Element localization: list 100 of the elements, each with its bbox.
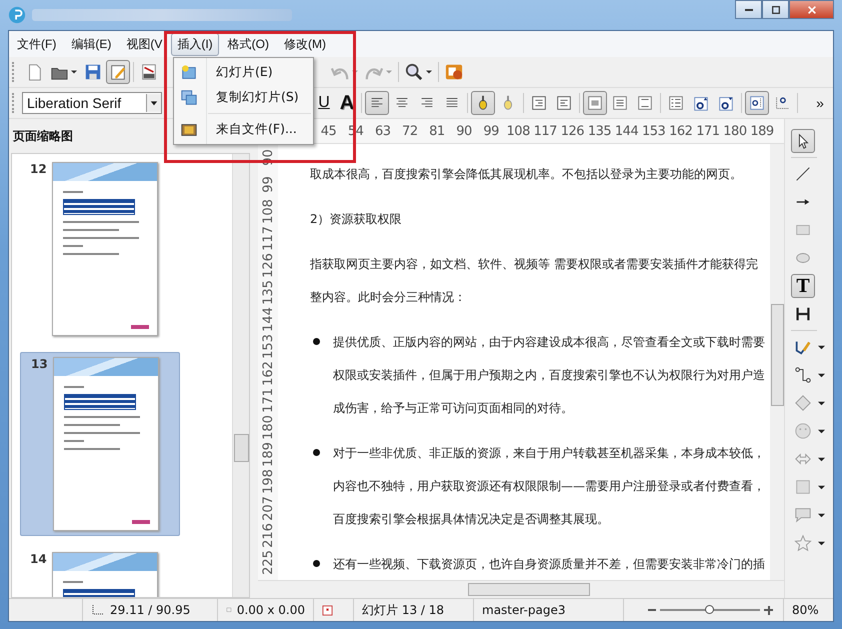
shadow-button[interactable]: A [336, 91, 358, 115]
size-text: 0.00 x 0.00 [236, 603, 305, 617]
master-page-name: master-page3 [474, 599, 624, 621]
line-icon [794, 165, 812, 183]
caret-icon [71, 69, 77, 75]
ruler-number: 108 [506, 124, 531, 138]
line-spacing-icon [586, 94, 604, 112]
minimize-icon [744, 8, 752, 10]
ruler-number: 135 [260, 280, 276, 305]
caret-icon[interactable] [818, 372, 825, 378]
align-left-button[interactable] [365, 91, 389, 115]
ruler-number: 225 [260, 550, 276, 575]
ruler-number: 180 [260, 415, 276, 440]
ruler-number: 108 [260, 199, 276, 224]
ruler-number: 144 [614, 124, 640, 138]
text-direction-button[interactable] [745, 91, 769, 115]
more-button[interactable]: » [809, 91, 831, 115]
menu-item[interactable]: 文件(F) [11, 32, 62, 56]
text-tool-button[interactable]: T [791, 274, 815, 298]
menu-item[interactable]: 复制幻灯片(S) [174, 85, 313, 110]
ruler-number: 198 [260, 469, 276, 494]
ruler-number: 216 [260, 523, 276, 548]
paragraph-text: 取成本很高，百度搜索引擎会降低其展现机率。不包括以登录为主要功能的网页。 [310, 166, 742, 183]
menu-item[interactable]: 插入(I) [171, 32, 219, 56]
ruler-number: 63 [374, 124, 392, 138]
connector-icon [794, 366, 812, 384]
copy-slide-icon [180, 88, 198, 106]
font-shrink-icon [717, 94, 735, 112]
ruler-number: 207 [260, 496, 276, 521]
pencil-button[interactable] [106, 60, 130, 84]
slide-number: 12 [30, 162, 46, 178]
font-grow-icon [692, 94, 710, 112]
search-icon [405, 63, 423, 81]
ruler-number: 144 [260, 307, 276, 332]
caret-icon[interactable] [818, 540, 825, 546]
menu-item[interactable]: 编辑(E) [65, 32, 118, 56]
paragraph-text: 还有一些视频、下载资源页，也许自身资源质量并不差，但需要安装非常冷门的插 [333, 556, 765, 573]
vertical-text-icon [794, 305, 812, 323]
pdf-icon [140, 63, 158, 81]
ruler-number: 189 [749, 124, 775, 138]
slide-thumbnail-item[interactable]: 12 [20, 158, 180, 340]
app-logo-icon [8, 6, 26, 24]
zoom-percent: 80% [791, 602, 820, 619]
ruler-number: 117 [260, 226, 276, 251]
bullet-icon [313, 560, 320, 567]
diamond-icon [794, 394, 812, 412]
maximize-icon [770, 4, 780, 14]
ruler-number: 99 [260, 176, 276, 193]
ruler-number: 189 [260, 442, 276, 467]
maximize-button[interactable] [762, 0, 789, 19]
minimize-button[interactable] [735, 0, 762, 19]
ruler-number: 162 [668, 124, 694, 138]
slide-thumbnail-item[interactable]: 14 [20, 548, 180, 597]
bullet-icon [313, 338, 320, 345]
menu-item[interactable]: 修改(M) [278, 32, 332, 56]
ruler-number: 90 [455, 124, 473, 138]
ruler-number: 81 [428, 124, 446, 138]
ruler-number: 162 [260, 361, 276, 386]
slide-count: 幻灯片 13 / 18 [354, 599, 474, 621]
font-name-field[interactable]: Liberation Serif [22, 92, 162, 114]
caret-icon[interactable] [818, 456, 825, 462]
ruler-number: 72 [401, 124, 419, 138]
ruler-number: 126 [260, 253, 276, 278]
line-spacing-button[interactable] [583, 91, 607, 115]
zoom-slider-thumb[interactable] [705, 605, 714, 614]
indent-icon [530, 94, 548, 112]
save-icon [84, 63, 102, 81]
smiley-icon [794, 422, 812, 440]
position-icon [91, 604, 105, 616]
paragraph-text: 提供优质、正版内容的网站，由于内容建设成本很高，尽管查看全文或下载时需要 权限或安装插件，但属于用户预期之内，百度搜索引擎也不认为权限行为对用户造 成伤害，给予与正常可访问页面相同的对待。 [333, 334, 765, 417]
bullet-icon [313, 449, 320, 456]
caret-icon[interactable] [818, 512, 825, 518]
caret-icon [150, 99, 158, 107]
ruler-number: 171 [260, 388, 276, 413]
caret-icon[interactable] [818, 428, 825, 434]
caret-icon [352, 69, 358, 75]
pointer-tool-button[interactable] [791, 129, 815, 153]
menu-item[interactable]: 格式(O) [222, 32, 275, 56]
underline-button[interactable]: U [313, 91, 335, 115]
ruler-number: 126 [560, 124, 586, 138]
scrollbar[interactable] [258, 580, 784, 598]
list-icon [667, 94, 685, 112]
menu-item[interactable]: 来自文件(F)... [174, 117, 313, 142]
caret-icon[interactable] [818, 400, 825, 406]
scrollbar[interactable] [232, 154, 249, 597]
slide-number: 14 [30, 552, 46, 568]
bug-button[interactable] [471, 91, 495, 115]
panel-title: 页面缩略图 [12, 128, 74, 145]
menu-item[interactable]: 幻灯片(E) [174, 60, 313, 85]
close-icon [806, 4, 816, 14]
scrollbar[interactable] [770, 144, 784, 580]
menu-item[interactable]: 视图(V [120, 32, 168, 56]
caret-icon[interactable] [818, 344, 825, 350]
slide-thumbnail-item[interactable]: 13 [20, 352, 180, 536]
close-button[interactable] [789, 0, 834, 19]
star-icon [794, 534, 812, 552]
callout-icon [794, 506, 812, 524]
outdent-icon [555, 94, 573, 112]
caret-icon[interactable] [818, 484, 825, 490]
ruler-number: 135 [586, 124, 612, 138]
